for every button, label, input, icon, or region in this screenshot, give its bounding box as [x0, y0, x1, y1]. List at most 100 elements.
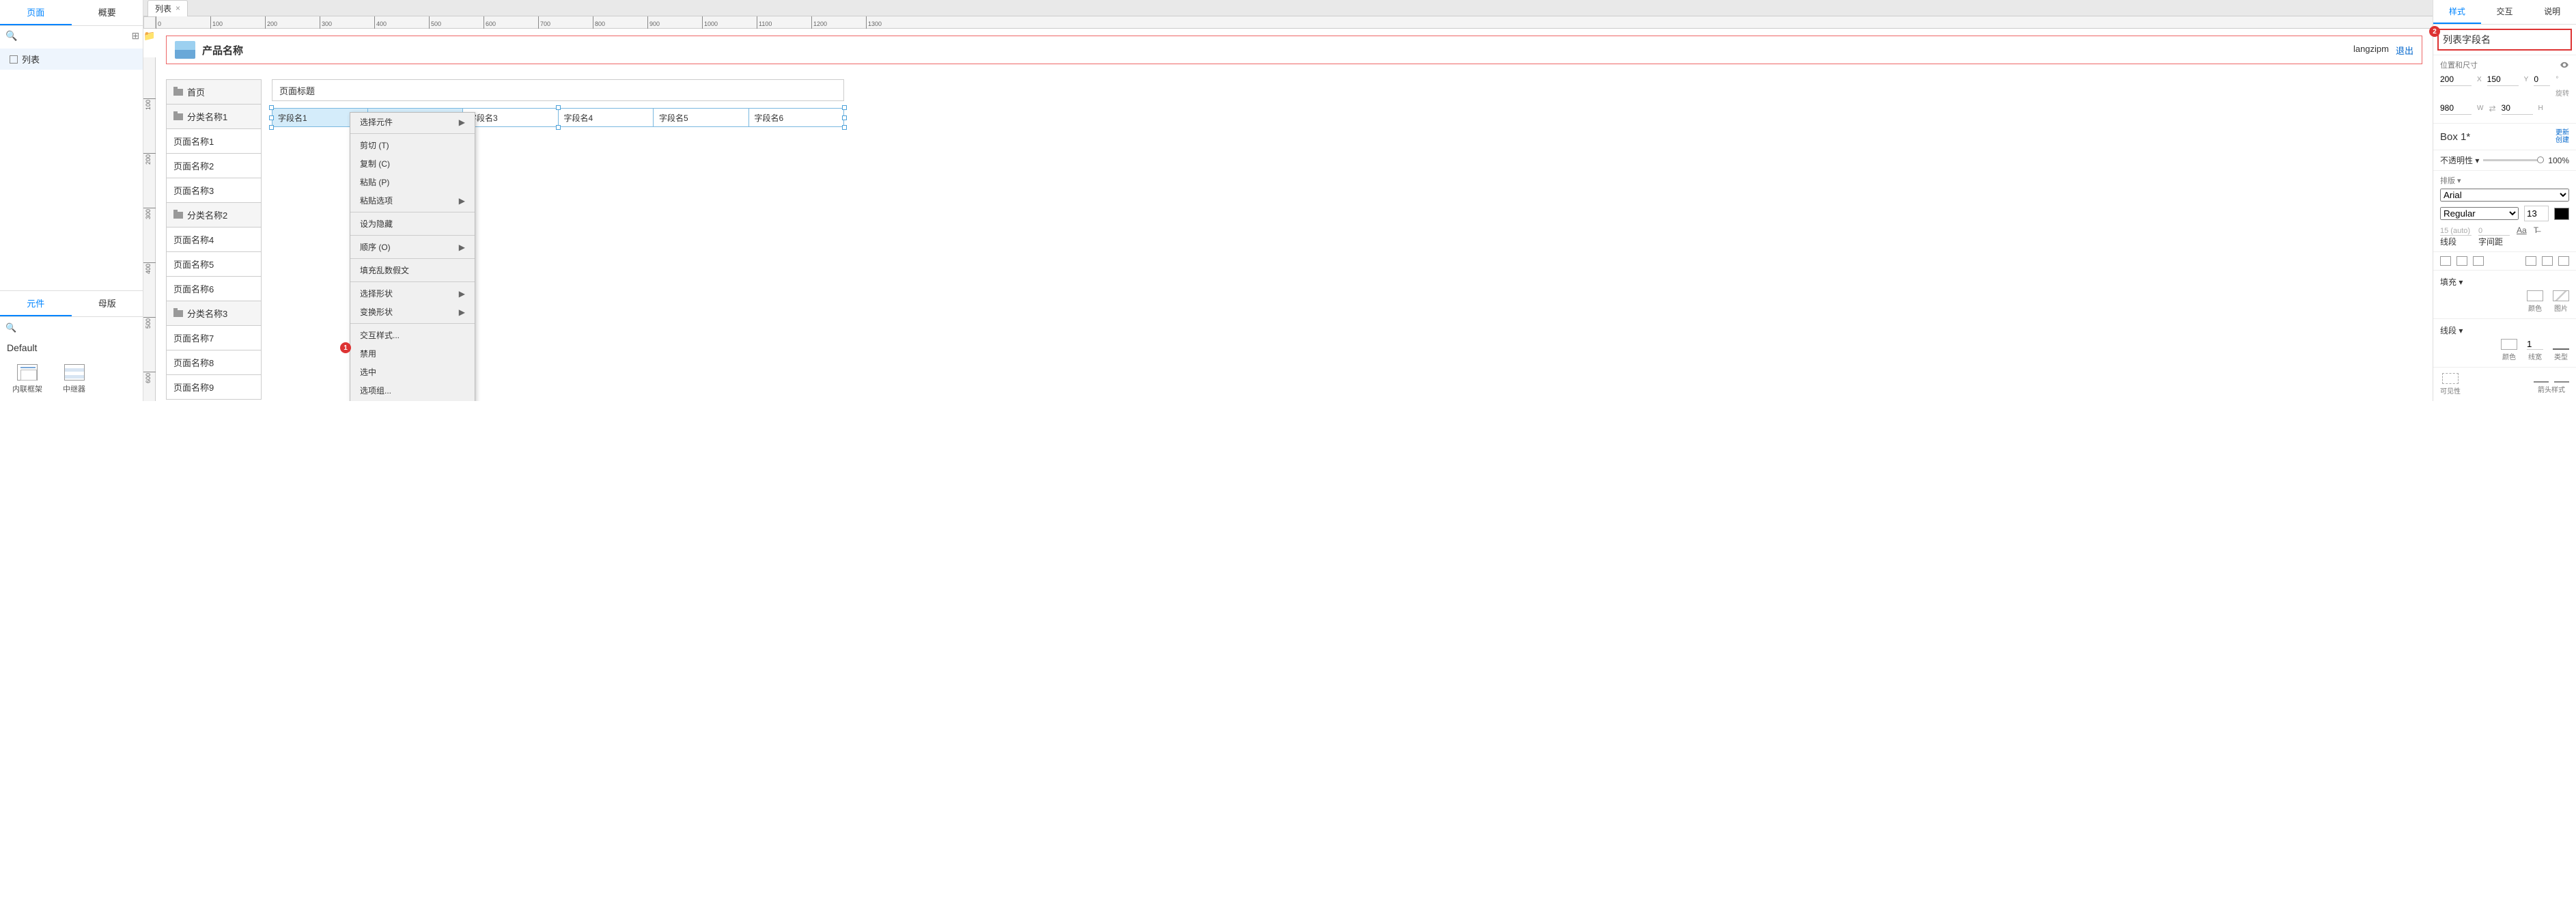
font-weight-select[interactable]: Regular	[2440, 207, 2519, 220]
strikethrough-icon[interactable]: T̶	[2534, 225, 2538, 247]
visibility-icon[interactable]	[2560, 60, 2569, 70]
line-label[interactable]: 线段 ▾	[2440, 326, 2463, 335]
resize-handle[interactable]	[269, 115, 274, 120]
nav-page2[interactable]: 页面名称2	[167, 154, 261, 178]
tab-interactions[interactable]: 交互	[2481, 0, 2529, 24]
arrow-start-icon[interactable]	[2534, 373, 2549, 383]
align-center-icon[interactable]	[2456, 256, 2467, 266]
resize-handle[interactable]	[842, 105, 847, 110]
pos-size-label: 位置和尺寸	[2440, 59, 2478, 70]
add-page-icon[interactable]: ⊞	[131, 30, 139, 42]
align-left-icon[interactable]	[2440, 256, 2451, 266]
menu-cut[interactable]: 剪切 (T)	[350, 136, 475, 154]
rotation-input[interactable]	[2534, 73, 2550, 86]
tab-outline[interactable]: 概要	[72, 0, 143, 25]
nav-page8[interactable]: 页面名称8	[167, 350, 261, 375]
canvas[interactable]: 产品名称 langzipm 退出 首页 分类名称1 页面名称1 页面名称2 页面…	[156, 29, 2433, 401]
line-height-input[interactable]	[2440, 227, 2472, 236]
resize-handle[interactable]	[269, 125, 274, 130]
tab-notes[interactable]: 说明	[2528, 0, 2576, 24]
search-icon: 🔍	[5, 322, 16, 333]
tab-widgets[interactable]: 元件	[0, 291, 72, 316]
resize-handle[interactable]	[842, 125, 847, 130]
page-title-widget[interactable]: 页面标题	[272, 79, 844, 101]
nav-page4[interactable]: 页面名称4	[167, 228, 261, 252]
widget-repeater[interactable]: 中继器	[63, 364, 85, 394]
lock-aspect-icon[interactable]: ⇄	[2489, 104, 2495, 113]
tab-masters[interactable]: 母版	[72, 291, 143, 316]
opacity-slider[interactable]	[2483, 159, 2544, 161]
valign-middle-icon[interactable]	[2542, 256, 2553, 266]
ruler-horizontal: 0100200300400500600700800900100011001200…	[143, 16, 2433, 29]
opacity-label[interactable]: 不透明性 ▾	[2440, 154, 2479, 166]
menu-tooltip[interactable]: 工具提示...	[350, 400, 475, 401]
iframe-icon	[17, 364, 38, 381]
resize-handle[interactable]	[269, 105, 274, 110]
resize-handle[interactable]	[556, 125, 561, 130]
font-color-swatch[interactable]	[2554, 208, 2569, 220]
nav-page9[interactable]: 页面名称9	[167, 375, 261, 399]
valign-top-icon[interactable]	[2525, 256, 2536, 266]
fill-image-swatch[interactable]	[2553, 290, 2569, 301]
resize-handle[interactable]	[556, 105, 561, 110]
arrow-end-icon[interactable]	[2554, 373, 2569, 383]
widget-library-name[interactable]: Default	[0, 338, 143, 357]
ruler-corner	[143, 16, 156, 29]
line-width-input[interactable]	[2527, 339, 2543, 350]
logout-link[interactable]: 退出	[2396, 44, 2413, 57]
nav-page6[interactable]: 页面名称6	[167, 277, 261, 301]
menu-transform-shape[interactable]: 变换形状▶	[350, 303, 475, 321]
proto-sidebar: 首页 分类名称1 页面名称1 页面名称2 页面名称3 分类名称2 页面名称4 页…	[166, 79, 262, 400]
page-tree-item[interactable]: 列表	[0, 49, 143, 70]
menu-disable[interactable]: 禁用	[350, 344, 475, 363]
menu-select-shape[interactable]: 选择形状▶	[350, 284, 475, 303]
selection-name-input[interactable]: 列表字段名	[2437, 29, 2572, 51]
text-case-icon[interactable]: Aa	[2517, 225, 2527, 247]
font-select[interactable]: Arial	[2440, 189, 2569, 202]
menu-option-group[interactable]: 选项组...	[350, 381, 475, 400]
menu-paste[interactable]: 粘贴 (P)	[350, 173, 475, 191]
document-tab[interactable]: 列表 ×	[148, 0, 188, 16]
nav-page1[interactable]: 页面名称1	[167, 129, 261, 154]
align-right-icon[interactable]	[2473, 256, 2484, 266]
widget-style-name[interactable]: Box 1*	[2440, 131, 2470, 143]
visibility-toggle-icon[interactable]	[2442, 373, 2459, 384]
menu-selected[interactable]: 选中	[350, 363, 475, 381]
pages-search-input[interactable]	[21, 31, 127, 41]
context-menu: 选择元件▶ 剪切 (T) 复制 (C) 粘贴 (P) 粘贴选项▶ 设为隐藏 顺序…	[350, 112, 475, 401]
nav-page5[interactable]: 页面名称5	[167, 252, 261, 277]
menu-lorem[interactable]: 填充乱数假文	[350, 261, 475, 279]
valign-bottom-icon[interactable]	[2558, 256, 2569, 266]
line-color-swatch[interactable]	[2501, 339, 2517, 350]
nav-page3[interactable]: 页面名称3	[167, 178, 261, 203]
menu-ix-styles[interactable]: 交互样式...	[350, 326, 475, 344]
tab-pages[interactable]: 页面	[0, 0, 72, 25]
width-input[interactable]	[2440, 102, 2472, 115]
nav-home[interactable]: 首页	[167, 80, 261, 105]
nav-cat3[interactable]: 分类名称3	[167, 301, 261, 326]
update-create-link[interactable]: 更新创建	[2556, 129, 2569, 144]
menu-copy[interactable]: 复制 (C)	[350, 154, 475, 173]
char-space-input[interactable]	[2478, 227, 2510, 236]
font-size-input[interactable]	[2524, 206, 2549, 221]
menu-select-widgets[interactable]: 选择元件▶	[350, 113, 475, 131]
widget-iframe[interactable]: 内联框架	[12, 364, 42, 394]
menu-set-hidden[interactable]: 设为隐藏	[350, 215, 475, 233]
line-type-swatch[interactable]	[2553, 339, 2569, 350]
fill-label[interactable]: 填充 ▾	[2440, 277, 2463, 287]
nav-cat1[interactable]: 分类名称1	[167, 105, 261, 129]
proto-header[interactable]: 产品名称 langzipm 退出	[166, 36, 2422, 64]
menu-order[interactable]: 顺序 (O)▶	[350, 238, 475, 256]
nav-page7[interactable]: 页面名称7	[167, 326, 261, 350]
x-input[interactable]	[2440, 73, 2472, 86]
y-input[interactable]	[2487, 73, 2519, 86]
widgets-search-input[interactable]	[20, 322, 141, 333]
tab-style[interactable]: 样式	[2433, 0, 2481, 24]
nav-cat2[interactable]: 分类名称2	[167, 203, 261, 228]
typography-label[interactable]: 排版 ▾	[2440, 175, 2569, 186]
resize-handle[interactable]	[842, 115, 847, 120]
fill-color-swatch[interactable]	[2527, 290, 2543, 301]
close-icon[interactable]: ×	[176, 3, 180, 13]
menu-paste-options[interactable]: 粘贴选项▶	[350, 191, 475, 210]
height-input[interactable]	[2502, 102, 2533, 115]
